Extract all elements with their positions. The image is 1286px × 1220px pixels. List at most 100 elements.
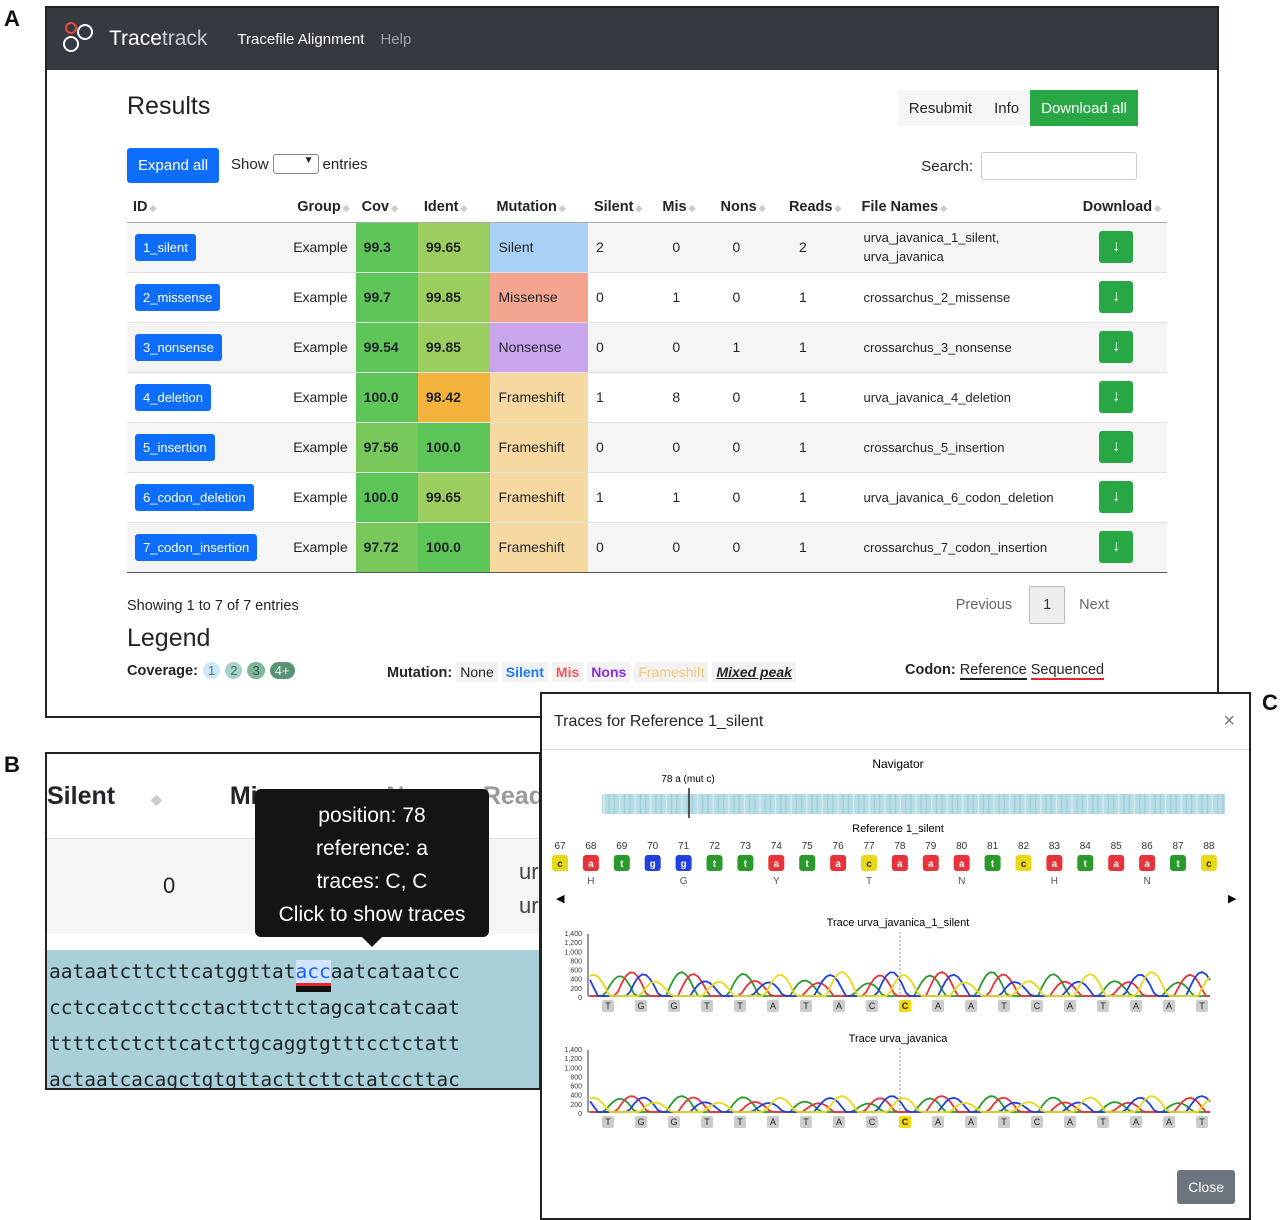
download-icon[interactable]: ↓ [1099, 431, 1134, 463]
base-call-letter: G [670, 1117, 677, 1127]
nons-cell: 0 [714, 521, 783, 573]
navigator-label: Navigator [872, 757, 923, 771]
expand-row-button[interactable]: 6_codon_deletion [135, 483, 254, 511]
sort-icon: ◆ [758, 202, 766, 213]
file-names-cell: crossarchus_5_insertion [855, 421, 1074, 472]
sequence-alignment[interactable]: aataatcttcttcatggttataccaatcataatcc cctc… [47, 950, 539, 1090]
column-header[interactable]: Mis ◆ [656, 192, 715, 223]
y-tick-label: 400 [570, 1093, 582, 1100]
expand-row-button[interactable]: 2_missense [135, 283, 221, 311]
expand-row-button[interactable]: 1_silent [135, 233, 196, 261]
position-label: 88 [1203, 841, 1215, 852]
search-input[interactable] [981, 152, 1137, 180]
y-tick-label: 1,400 [564, 1047, 582, 1054]
brand[interactable]: Trace track [63, 22, 207, 56]
mis-cell: 0 [656, 421, 715, 472]
base-call-letter: A [935, 1117, 941, 1127]
results-panel: Trace track Tracefile Alignment Help Resu… [45, 6, 1219, 718]
navigator-bar [602, 794, 1225, 814]
column-header[interactable]: Silent ◆ [587, 192, 657, 223]
group-cell: Example [282, 371, 356, 422]
sequence-line: actaatcacagctgtgttacttcttctatccttac [49, 1068, 460, 1090]
base-call-letter: G [637, 1117, 644, 1127]
mutation-cell: Frameshift [490, 421, 588, 472]
expand-row-button[interactable]: 3_nonsense [135, 333, 222, 361]
base-call-letter: G [637, 1001, 644, 1011]
base-call-letter: A [1166, 1117, 1172, 1127]
coverage-level-4: 4+ [269, 662, 295, 679]
expand-all-button[interactable]: Expand all [127, 148, 220, 183]
search-label: Search: [921, 157, 973, 175]
download-icon[interactable]: ↓ [1099, 281, 1134, 313]
base-call-letter: A [935, 1001, 941, 1011]
id-cell: 2_missense [127, 271, 283, 322]
identity-cell: 100.0 [417, 521, 491, 573]
position-label: 86 [1142, 841, 1154, 852]
base-call-letter: A [770, 1001, 776, 1011]
column-header[interactable]: ID ◆ [127, 192, 283, 223]
modal-header: Traces for Reference 1_silent × [542, 694, 1249, 750]
download-icon[interactable]: ↓ [1099, 381, 1134, 413]
sequence-line: ttttctctcttcatcttgcaggtgtttcctctatt [49, 1032, 460, 1055]
resubmit-button[interactable]: Resubmit [897, 90, 984, 126]
legend-codon-reference: Reference [959, 662, 1027, 680]
silent-cell: 0 [587, 321, 657, 372]
column-header[interactable]: Group ◆ [282, 192, 356, 223]
download-all-button[interactable]: Download all [1030, 90, 1138, 126]
download-icon[interactable]: ↓ [1099, 331, 1134, 363]
reads-cell: 1 [782, 371, 856, 422]
info-button[interactable]: Info [983, 90, 1031, 126]
close-button[interactable]: Close [1177, 1170, 1235, 1204]
column-header[interactable]: File Names ◆ [855, 192, 1074, 223]
file-name-fragment-1: ur [519, 859, 539, 884]
tooltip-reference: reference: a [315, 837, 429, 860]
legend-nons: Nons [587, 662, 631, 682]
base-letter: a [928, 859, 934, 870]
column-header[interactable]: Nons ◆ [714, 192, 783, 223]
download-icon[interactable]: ↓ [1099, 481, 1134, 513]
base-call-letter: A [1166, 1001, 1172, 1011]
mis-cell: 0 [656, 521, 715, 573]
download-icon[interactable]: ↓ [1099, 231, 1134, 263]
page-1-button[interactable]: 1 [1029, 586, 1066, 624]
mutated-codon[interactable]: acc [295, 960, 331, 986]
expand-row-button[interactable]: 4_deletion [135, 383, 211, 411]
show-label: Show [231, 155, 269, 173]
entries-label: entries [322, 155, 368, 173]
sort-icon: ◆ [391, 202, 398, 213]
sort-icon: ◆ [635, 202, 643, 213]
base-letter: a [835, 859, 841, 870]
traces-figure: Navigator 78 a (mut c) Reference 1_silent 6… [552, 757, 1237, 1128]
base-letter: a [1052, 859, 1058, 870]
base-letter: g [681, 859, 687, 870]
mis-cell: 1 [656, 271, 715, 322]
entries-select[interactable]: ▼ [272, 154, 319, 174]
search: Search: [921, 152, 1137, 180]
expand-row-button[interactable]: 5_insertion [135, 433, 215, 461]
download-icon[interactable]: ↓ [1099, 531, 1134, 563]
position-label: 84 [1080, 841, 1092, 852]
identity-cell: 99.85 [417, 271, 491, 322]
trace-title: Trace urva_javanica [849, 1033, 949, 1045]
file-names-cell: urva_javanica_6_codon_deletion [855, 471, 1074, 522]
close-icon[interactable]: × [1223, 710, 1235, 733]
mutation-cell: Frameshift [490, 371, 588, 422]
nav-tracefile-alignment[interactable]: Tracefile Alignment [237, 31, 364, 48]
download-cell: ↓ [1073, 221, 1167, 272]
base-call-letter: T [1001, 1001, 1007, 1011]
column-header[interactable]: Reads ◆ [782, 192, 856, 223]
column-header[interactable]: Ident ◆ [417, 192, 491, 223]
amino-acid-label: N [1143, 876, 1150, 887]
column-header[interactable]: Mutation ◆ [490, 192, 588, 223]
next-button[interactable]: Next [1079, 597, 1109, 613]
nav-help[interactable]: Help [380, 31, 411, 48]
previous-button[interactable]: Previous [956, 597, 1012, 613]
nons-cell: 0 [714, 371, 783, 422]
column-header[interactable]: Cov ◆ [355, 192, 418, 223]
position-label: 71 [678, 841, 690, 852]
base-call-letter: A [836, 1117, 842, 1127]
position-tooltip[interactable]: position: 78 reference: a traces: C, C C… [255, 789, 489, 947]
column-header[interactable]: Download ◆ [1073, 192, 1167, 223]
expand-row-button[interactable]: 7_codon_insertion [135, 533, 258, 561]
legend-row: Coverage: 1 2 3 4+ Mutation: None Silent… [127, 662, 1167, 682]
